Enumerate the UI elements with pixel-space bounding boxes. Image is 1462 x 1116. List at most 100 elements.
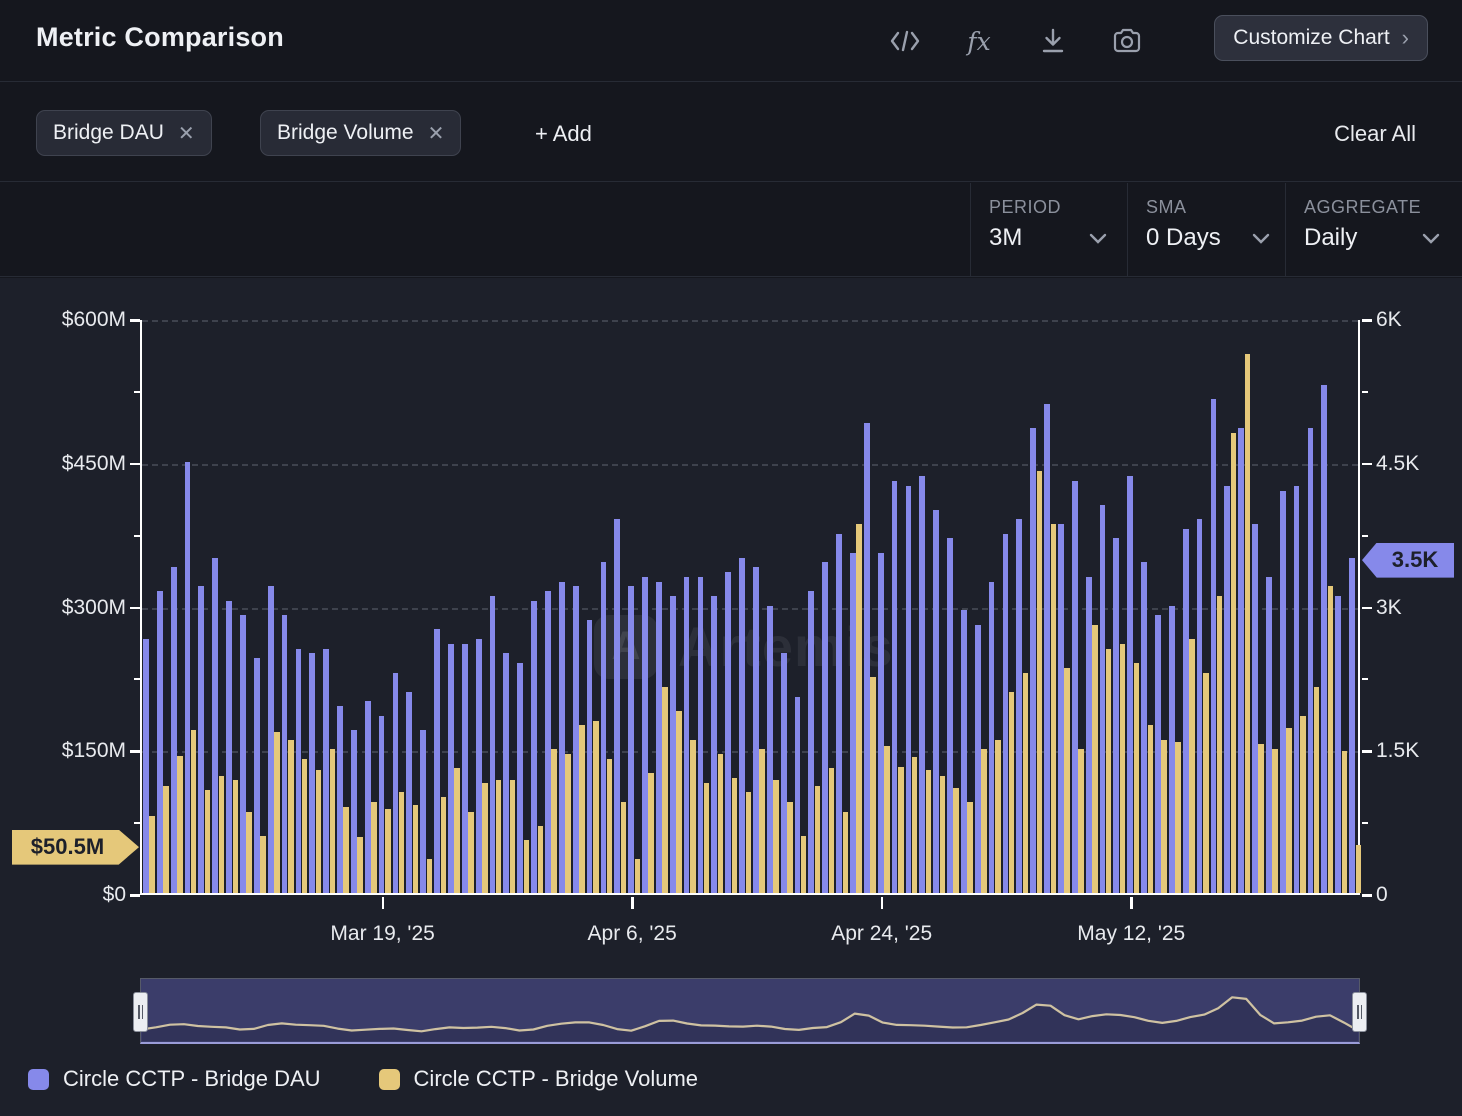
bar-dau[interactable] bbox=[725, 572, 731, 893]
chip-bridge-dau[interactable]: Bridge DAU ✕ bbox=[36, 110, 212, 156]
bar-volume[interactable] bbox=[551, 749, 557, 893]
bar-dau[interactable] bbox=[933, 510, 939, 893]
bar-volume[interactable] bbox=[233, 780, 239, 893]
bar-dau[interactable] bbox=[1349, 558, 1355, 893]
bar-volume[interactable] bbox=[1051, 524, 1057, 893]
bar-volume[interactable] bbox=[579, 725, 585, 893]
bar-volume[interactable] bbox=[482, 783, 488, 893]
bar-dau[interactable] bbox=[559, 582, 565, 893]
bar-dau[interactable] bbox=[1308, 428, 1314, 893]
navigator-right-handle[interactable] bbox=[1352, 992, 1367, 1032]
bar-dau[interactable] bbox=[254, 658, 260, 893]
bar-dau[interactable] bbox=[309, 653, 315, 893]
bar-dau[interactable] bbox=[614, 519, 620, 893]
bar-dau[interactable] bbox=[1100, 505, 1106, 893]
bar-volume[interactable] bbox=[621, 802, 627, 893]
bar-dau[interactable] bbox=[434, 629, 440, 893]
bar-volume[interactable] bbox=[635, 859, 641, 893]
bar-dau[interactable] bbox=[185, 462, 191, 893]
bar-dau[interactable] bbox=[143, 639, 149, 893]
bar-volume[interactable] bbox=[1092, 625, 1098, 893]
bar-volume[interactable] bbox=[260, 836, 266, 894]
bar-volume[interactable] bbox=[371, 802, 377, 893]
bar-volume[interactable] bbox=[1231, 433, 1237, 893]
bar-volume[interactable] bbox=[538, 826, 544, 893]
bar-chart-plot[interactable] bbox=[140, 320, 1360, 895]
bar-dau[interactable] bbox=[448, 644, 454, 893]
bar-volume[interactable] bbox=[1120, 644, 1126, 893]
bar-dau[interactable] bbox=[393, 673, 399, 893]
bar-volume[interactable] bbox=[288, 740, 294, 893]
bar-dau[interactable] bbox=[1058, 524, 1064, 893]
remove-chip-icon[interactable]: ✕ bbox=[428, 121, 445, 146]
bar-dau[interactable] bbox=[240, 615, 246, 893]
bar-volume[interactable] bbox=[843, 812, 849, 893]
bar-dau[interactable] bbox=[698, 577, 704, 893]
sma-dropdown[interactable]: SMA 0 Days bbox=[1127, 183, 1285, 277]
bar-volume[interactable] bbox=[1300, 716, 1306, 893]
bar-volume[interactable] bbox=[676, 711, 682, 893]
bar-volume[interactable] bbox=[940, 776, 946, 893]
bar-volume[interactable] bbox=[1328, 586, 1334, 893]
bar-dau[interactable] bbox=[406, 692, 412, 893]
bar-dau[interactable] bbox=[975, 625, 981, 893]
bar-dau[interactable] bbox=[850, 553, 856, 893]
aggregate-dropdown[interactable]: AGGREGATE Daily bbox=[1285, 183, 1462, 277]
customize-chart-button[interactable]: Customize Chart › bbox=[1214, 15, 1428, 61]
bar-dau[interactable] bbox=[878, 553, 884, 893]
bar-volume[interactable] bbox=[191, 730, 197, 893]
bar-volume[interactable] bbox=[496, 780, 502, 893]
bar-volume[interactable] bbox=[468, 812, 474, 893]
bar-dau[interactable] bbox=[379, 716, 385, 893]
bar-volume[interactable] bbox=[1258, 744, 1264, 893]
bar-volume[interactable] bbox=[981, 749, 987, 893]
bar-volume[interactable] bbox=[953, 788, 959, 893]
bar-dau[interactable] bbox=[1127, 476, 1133, 893]
bar-volume[interactable] bbox=[1148, 725, 1154, 893]
bar-dau[interactable] bbox=[226, 601, 232, 893]
bar-dau[interactable] bbox=[1266, 577, 1272, 893]
bar-volume[interactable] bbox=[593, 721, 599, 894]
bar-dau[interactable] bbox=[1030, 428, 1036, 893]
bar-volume[interactable] bbox=[454, 768, 460, 893]
bar-dau[interactable] bbox=[1211, 399, 1217, 893]
bar-volume[interactable] bbox=[773, 780, 779, 893]
bar-volume[interactable] bbox=[787, 802, 793, 893]
legend-item-bridge-dau[interactable]: Circle CCTP - Bridge DAU bbox=[28, 1066, 321, 1092]
bar-dau[interactable] bbox=[268, 586, 274, 893]
bar-dau[interactable] bbox=[739, 558, 745, 893]
bar-dau[interactable] bbox=[753, 567, 759, 893]
bar-volume[interactable] bbox=[732, 778, 738, 893]
bar-volume[interactable] bbox=[1134, 663, 1140, 893]
bar-dau[interactable] bbox=[684, 577, 690, 893]
bar-volume[interactable] bbox=[1314, 687, 1320, 893]
bar-volume[interactable] bbox=[246, 812, 252, 893]
bar-dau[interactable] bbox=[711, 596, 717, 893]
bar-volume[interactable] bbox=[898, 767, 904, 894]
bar-dau[interactable] bbox=[836, 534, 842, 893]
bar-dau[interactable] bbox=[642, 577, 648, 893]
bar-volume[interactable] bbox=[704, 783, 710, 893]
bar-dau[interactable] bbox=[545, 591, 551, 893]
bar-volume[interactable] bbox=[330, 749, 336, 893]
bar-dau[interactable] bbox=[1016, 519, 1022, 893]
bar-dau[interactable] bbox=[628, 586, 634, 893]
bar-dau[interactable] bbox=[892, 481, 898, 893]
bar-dau[interactable] bbox=[670, 596, 676, 893]
bar-volume[interactable] bbox=[427, 859, 433, 893]
bar-volume[interactable] bbox=[1175, 742, 1181, 893]
bar-volume[interactable] bbox=[1356, 845, 1362, 893]
bar-volume[interactable] bbox=[385, 809, 391, 893]
bar-volume[interactable] bbox=[1286, 728, 1292, 893]
bar-dau[interactable] bbox=[171, 567, 177, 893]
bar-volume[interactable] bbox=[995, 740, 1001, 893]
bar-dau[interactable] bbox=[919, 476, 925, 893]
bar-dau[interactable] bbox=[198, 586, 204, 893]
bar-volume[interactable] bbox=[926, 770, 932, 893]
bar-volume[interactable] bbox=[759, 749, 765, 893]
bar-volume[interactable] bbox=[1106, 649, 1112, 893]
bar-dau[interactable] bbox=[1238, 428, 1244, 893]
bar-volume[interactable] bbox=[1161, 740, 1167, 893]
bar-dau[interactable] bbox=[212, 558, 218, 893]
bar-dau[interactable] bbox=[462, 644, 468, 893]
